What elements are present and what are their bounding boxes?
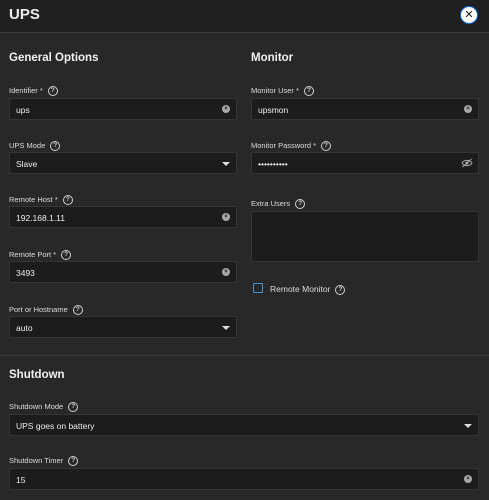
help-icon[interactable]: ? bbox=[68, 402, 79, 413]
help-icon[interactable]: ? bbox=[61, 250, 72, 261]
monitor-title: Monitor bbox=[251, 52, 294, 64]
help-icon[interactable]: ? bbox=[62, 195, 73, 206]
monitor-password-label: Monitor Password *? bbox=[251, 141, 332, 152]
shutdown-mode-select[interactable]: UPS goes on battery bbox=[9, 414, 479, 436]
close-icon[interactable]: ✕ bbox=[461, 7, 477, 23]
general-options-title: General Options bbox=[9, 52, 99, 64]
help-icon[interactable]: ? bbox=[295, 199, 306, 210]
ups-mode-select[interactable]: Slave bbox=[9, 152, 237, 174]
chevron-down-icon bbox=[222, 326, 230, 330]
shutdown-title: Shutdown bbox=[9, 369, 65, 381]
remote-host-label: Remote Host *? bbox=[9, 195, 73, 206]
help-icon[interactable]: ? bbox=[47, 86, 58, 97]
remote-port-label: Remote Port *? bbox=[9, 250, 72, 261]
shutdown-mode-label: Shutdown Mode? bbox=[9, 402, 79, 413]
monitor-user-input[interactable]: upsmon × bbox=[251, 98, 479, 120]
remote-host-input[interactable]: 192.168.1.11 × bbox=[9, 206, 237, 228]
dialog-header: UPS ✕ bbox=[0, 0, 489, 33]
visibility-off-icon[interactable] bbox=[461, 158, 473, 168]
remote-port-input[interactable]: 3493 × bbox=[9, 261, 237, 283]
help-icon[interactable]: ? bbox=[321, 141, 332, 152]
dialog-title: UPS bbox=[9, 6, 40, 23]
port-or-hostname-label: Port or Hostname? bbox=[9, 305, 83, 316]
chevron-down-icon bbox=[222, 162, 230, 166]
remote-monitor-label: Remote Monitor? bbox=[270, 284, 346, 295]
shutdown-timer-label: Shutdown Timer? bbox=[9, 456, 79, 467]
clear-icon[interactable]: × bbox=[464, 105, 472, 113]
help-icon[interactable]: ? bbox=[50, 141, 61, 152]
monitor-password-input[interactable]: •••••••••• bbox=[251, 152, 479, 174]
help-icon[interactable]: ? bbox=[303, 86, 314, 97]
help-icon[interactable]: ? bbox=[335, 284, 346, 295]
identifier-input[interactable]: ups × bbox=[9, 98, 237, 120]
port-or-hostname-select[interactable]: auto bbox=[9, 316, 237, 338]
clear-icon[interactable]: × bbox=[222, 105, 230, 113]
identifier-label: Identifier *? bbox=[9, 86, 58, 97]
ups-mode-label: UPS Mode? bbox=[9, 141, 61, 152]
shutdown-timer-input[interactable]: 15 × bbox=[9, 468, 479, 490]
extra-users-textarea[interactable] bbox=[251, 211, 479, 262]
monitor-user-label: Monitor User *? bbox=[251, 86, 314, 97]
help-icon[interactable]: ? bbox=[68, 456, 79, 467]
section-divider bbox=[0, 355, 489, 356]
extra-users-label: Extra Users? bbox=[251, 199, 306, 210]
remote-monitor-checkbox[interactable] bbox=[253, 283, 263, 293]
clear-icon[interactable]: × bbox=[222, 213, 230, 221]
clear-icon[interactable]: × bbox=[464, 475, 472, 483]
help-icon[interactable]: ? bbox=[72, 305, 83, 316]
chevron-down-icon bbox=[464, 424, 472, 428]
clear-icon[interactable]: × bbox=[222, 268, 230, 276]
